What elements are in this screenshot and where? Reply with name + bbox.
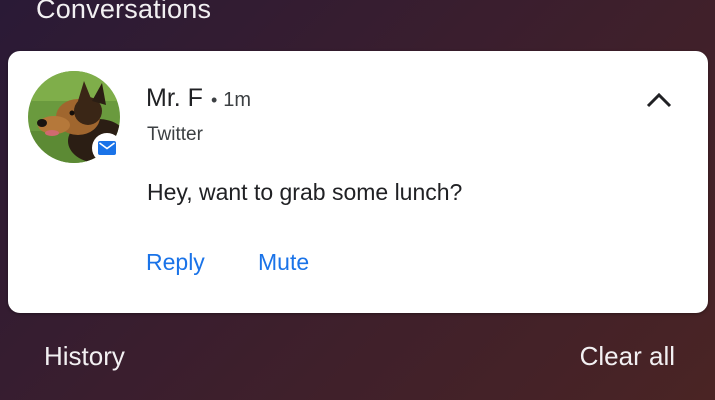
header-separator: • bbox=[210, 90, 218, 110]
app-badge bbox=[92, 133, 122, 163]
reply-button[interactable]: Reply bbox=[146, 249, 205, 276]
clear-all-button[interactable]: Clear all bbox=[580, 341, 675, 372]
timestamp: 1m bbox=[223, 89, 252, 111]
sender-name: Mr. F bbox=[146, 84, 203, 112]
section-title: Conversations bbox=[36, 0, 212, 24]
message-text: Hey, want to grab some lunch? bbox=[147, 179, 463, 205]
avatar-container bbox=[28, 71, 122, 163]
app-name: Twitter bbox=[147, 124, 203, 145]
history-button[interactable]: History bbox=[44, 341, 125, 372]
notification-header: Mr. F • 1m bbox=[146, 84, 251, 113]
notification-card[interactable]: Mr. F • 1m Twitter Hey, want to grab som… bbox=[8, 51, 708, 313]
mail-icon bbox=[98, 141, 116, 155]
mute-button[interactable]: Mute bbox=[258, 249, 309, 276]
chevron-up-icon bbox=[646, 92, 672, 108]
collapse-button[interactable] bbox=[644, 85, 674, 115]
